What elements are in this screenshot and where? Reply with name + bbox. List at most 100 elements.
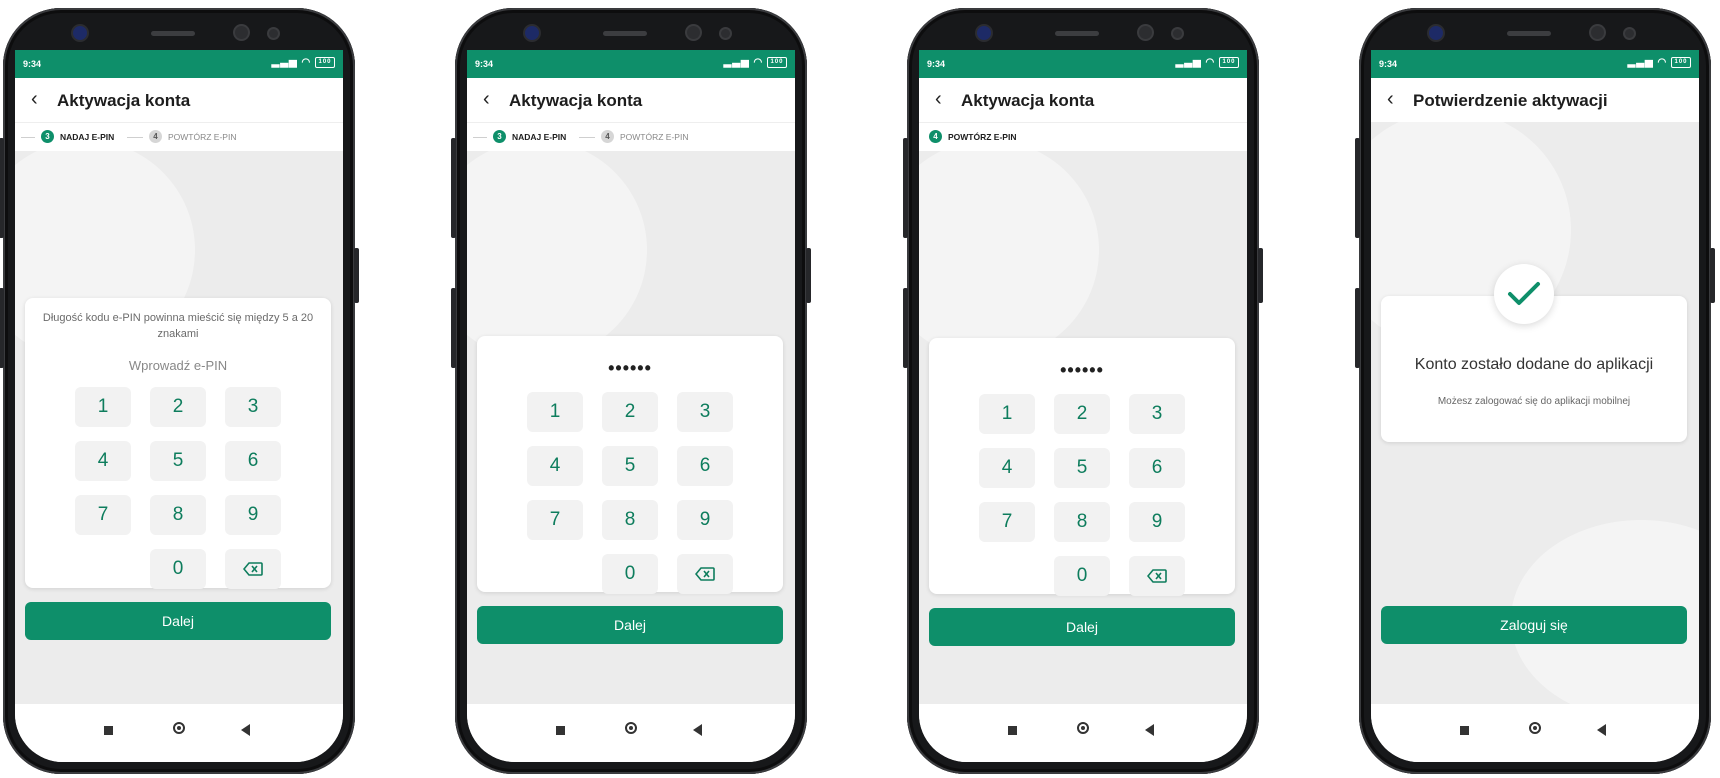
key-6[interactable]: 6 <box>225 441 281 481</box>
system-nav-bar <box>1371 704 1699 762</box>
earpiece <box>1055 31 1099 36</box>
next-button[interactable]: Dalej <box>477 606 783 644</box>
recents-icon[interactable] <box>1008 726 1017 735</box>
stepper: 3 NADAJ E-PIN 4 POWTÓRZ E-PIN <box>467 122 795 151</box>
home-icon[interactable] <box>1529 722 1541 734</box>
screen: 9:34 ▂▃▅ ◠ 100 ‹ Aktywacja konta 4 POWTÓ… <box>919 50 1247 762</box>
key-5[interactable]: 5 <box>602 446 658 486</box>
wifi-icon: ◠ <box>1205 57 1216 69</box>
pin-card: Długość kodu e-PIN powinna mieścić się m… <box>25 298 331 589</box>
key-9[interactable]: 9 <box>1129 502 1185 542</box>
key-6[interactable]: 6 <box>1129 448 1185 488</box>
battery-icon: 100 <box>767 57 787 68</box>
status-bar: 9:34 ▂▃▅ ◠ 100 <box>1371 50 1699 78</box>
key-5[interactable]: 5 <box>150 441 206 481</box>
key-1[interactable]: 1 <box>527 392 583 432</box>
keypad: 1 2 3 4 5 6 7 8 9 0 <box>75 387 281 589</box>
key-4[interactable]: 4 <box>75 441 131 481</box>
key-7[interactable]: 7 <box>527 500 583 540</box>
front-camera <box>525 26 539 40</box>
status-bar: 9:34 ▂▃▅ ◠ 100 <box>467 50 795 78</box>
front-camera <box>73 26 87 40</box>
bixby-button <box>903 288 908 368</box>
key-7[interactable]: 7 <box>979 502 1035 542</box>
key-empty <box>75 549 131 589</box>
battery-icon: 100 <box>315 57 335 68</box>
step-label: NADAJ E-PIN <box>512 131 567 142</box>
chevron-left-icon[interactable]: ‹ <box>31 88 38 111</box>
back-triangle-icon[interactable] <box>1597 724 1606 736</box>
back-triangle-icon[interactable] <box>241 724 250 736</box>
stepper: 4 POWTÓRZ E-PIN <box>919 122 1247 151</box>
status-icons: ▂▃▅ ◠ 100 <box>724 57 787 68</box>
key-0[interactable]: 0 <box>1054 556 1110 596</box>
status-time: 9:34 <box>475 59 494 69</box>
status-bar: 9:34 ▂▃▅ ◠ 100 <box>919 50 1247 78</box>
volume-button <box>903 138 908 238</box>
backspace-icon[interactable] <box>225 549 281 589</box>
key-7[interactable]: 7 <box>75 495 131 535</box>
system-nav-bar <box>919 704 1247 762</box>
recents-icon[interactable] <box>556 726 565 735</box>
key-2[interactable]: 2 <box>1054 394 1110 434</box>
key-8[interactable]: 8 <box>1054 502 1110 542</box>
status-icons: ▂▃▅ ◠ 100 <box>272 57 335 68</box>
key-2[interactable]: 2 <box>602 392 658 432</box>
phone-4: 9:34 ▂▃▅ ◠ 100 ‹ Potwierdzenie aktywacji… <box>1355 8 1715 774</box>
page-title: Aktywacja konta <box>509 91 643 110</box>
backspace-icon[interactable] <box>677 554 733 594</box>
home-icon[interactable] <box>625 722 637 734</box>
key-2[interactable]: 2 <box>150 387 206 427</box>
sensor <box>687 26 700 39</box>
key-4[interactable]: 4 <box>527 446 583 486</box>
next-button[interactable]: Dalej <box>25 602 331 640</box>
key-1[interactable]: 1 <box>75 387 131 427</box>
earpiece <box>603 31 647 36</box>
chevron-left-icon[interactable]: ‹ <box>483 88 490 111</box>
home-icon[interactable] <box>173 722 185 734</box>
chevron-left-icon[interactable]: ‹ <box>935 88 942 111</box>
key-3[interactable]: 3 <box>225 387 281 427</box>
chevron-left-icon[interactable]: ‹ <box>1387 88 1394 111</box>
back-triangle-icon[interactable] <box>1145 724 1154 736</box>
key-5[interactable]: 5 <box>1054 448 1110 488</box>
key-8[interactable]: 8 <box>602 500 658 540</box>
signal-icon: ▂▃▅ <box>271 57 298 69</box>
step-active: 4 POWTÓRZ E-PIN <box>929 130 1016 143</box>
key-3[interactable]: 3 <box>677 392 733 432</box>
key-9[interactable]: 9 <box>677 500 733 540</box>
recents-icon[interactable] <box>104 726 113 735</box>
power-button <box>1258 248 1263 303</box>
step-divider <box>21 137 35 138</box>
key-6[interactable]: 6 <box>677 446 733 486</box>
back-triangle-icon[interactable] <box>693 724 702 736</box>
sensor <box>269 29 278 38</box>
recents-icon[interactable] <box>1460 726 1469 735</box>
earpiece <box>1507 31 1551 36</box>
backspace-icon[interactable] <box>1129 556 1185 596</box>
next-button[interactable]: Dalej <box>929 608 1235 646</box>
status-bar: 9:34 ▂▃▅ ◠ 100 <box>15 50 343 78</box>
keypad: 1 2 3 4 5 6 7 8 9 0 <box>979 394 1185 596</box>
key-0[interactable]: 0 <box>150 549 206 589</box>
key-1[interactable]: 1 <box>979 394 1035 434</box>
pin-prompt: Wprowadź e-PIN <box>128 358 228 373</box>
system-nav-bar <box>15 704 343 762</box>
success-subtitle: Możesz zalogować się do aplikacji mobiln… <box>1437 396 1631 407</box>
sensor <box>235 26 248 39</box>
power-button <box>1710 248 1715 303</box>
key-8[interactable]: 8 <box>150 495 206 535</box>
stepper: 3 NADAJ E-PIN 4 POWTÓRZ E-PIN <box>15 122 343 151</box>
key-9[interactable]: 9 <box>225 495 281 535</box>
key-3[interactable]: 3 <box>1129 394 1185 434</box>
home-icon[interactable] <box>1077 722 1089 734</box>
battery-icon: 100 <box>1219 57 1239 68</box>
status-time: 9:34 <box>23 59 42 69</box>
key-0[interactable]: 0 <box>602 554 658 594</box>
step-number: 4 <box>929 130 942 143</box>
key-4[interactable]: 4 <box>979 448 1035 488</box>
step-label: POWTÓRZ E-PIN <box>948 131 1017 142</box>
app-header: ‹ Aktywacja konta <box>15 78 343 122</box>
login-button[interactable]: Zaloguj się <box>1381 606 1687 644</box>
step-divider <box>579 137 595 138</box>
